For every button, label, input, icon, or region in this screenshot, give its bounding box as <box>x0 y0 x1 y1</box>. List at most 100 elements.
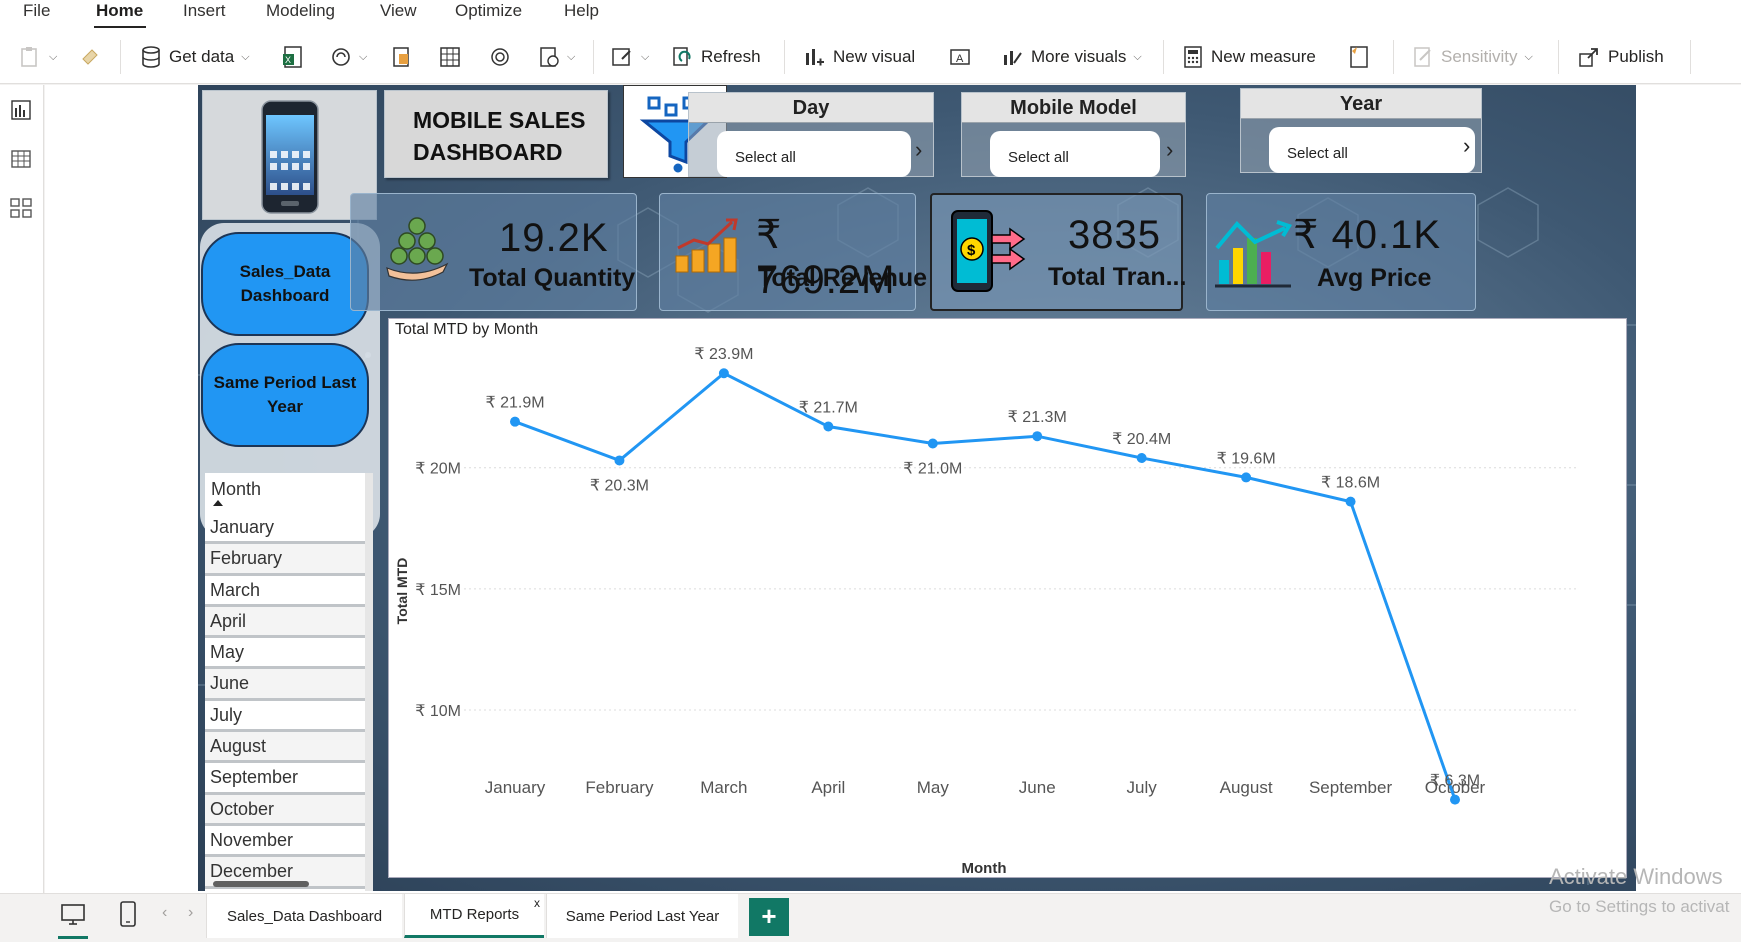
kpi-total-revenue-label: Total Revenue <box>758 264 928 292</box>
data-point <box>1345 496 1356 507</box>
month-item-february[interactable]: February <box>205 544 365 576</box>
report-view-icon[interactable] <box>10 99 32 121</box>
spiral-icon <box>491 48 509 66</box>
publish-button[interactable]: Publish <box>1577 42 1664 72</box>
month-item-october[interactable]: October <box>205 794 365 826</box>
month-item-july[interactable]: July <box>205 701 365 733</box>
enter-data-button[interactable] <box>438 42 462 72</box>
dataverse-button[interactable]: ⌵ <box>330 42 367 72</box>
publish-icon <box>1579 48 1598 67</box>
mobile-model-dropdown[interactable]: Select all <box>990 131 1160 177</box>
mobile-model-slicer: Mobile Model Select all › <box>961 92 1186 177</box>
svg-text:$: $ <box>967 242 976 259</box>
data-point <box>927 438 938 449</box>
x-tick-label: April <box>811 778 845 797</box>
chevron-right-icon[interactable]: › <box>1463 133 1470 159</box>
menu-home[interactable]: Home <box>96 0 143 22</box>
close-icon[interactable]: x <box>534 896 540 910</box>
y-tick-label: ₹ 15M <box>415 582 461 599</box>
tab-sales-data-dashboard[interactable]: Sales_Data Dashboard <box>206 894 402 938</box>
data-point <box>510 416 520 427</box>
x-tick-label: February <box>585 778 654 797</box>
chevron-down-icon: ⌵ <box>1133 50 1142 63</box>
database-icon <box>142 46 160 68</box>
menu-optimize[interactable]: Optimize <box>455 0 522 22</box>
dataverse-icon <box>332 48 350 66</box>
refresh-button[interactable]: Refresh <box>670 42 761 72</box>
chevron-down-icon: ⌵ <box>49 50 58 63</box>
text-box-button[interactable]: A <box>948 42 972 72</box>
dashboard-title-line2: DASHBOARD <box>413 139 563 165</box>
chevron-right-icon[interactable]: › <box>915 137 922 163</box>
menu-view[interactable]: View <box>380 0 417 22</box>
day-dropdown[interactable]: Select all <box>717 131 911 177</box>
quick-measure-button[interactable] <box>1348 42 1370 72</box>
transform-data-button[interactable]: ⌵ <box>610 42 649 72</box>
add-page-button[interactable]: + <box>749 898 789 936</box>
month-slicer-header[interactable]: Month <box>205 473 365 513</box>
month-item-september[interactable]: September <box>205 763 365 795</box>
format-painter-icon <box>82 49 98 65</box>
horizontal-scrollbar[interactable] <box>213 881 309 887</box>
data-point <box>1450 794 1460 805</box>
datamart-button[interactable] <box>488 42 512 72</box>
year-dropdown[interactable]: Select all <box>1269 127 1475 173</box>
dashboard-title-line1: MOBILE SALES <box>413 107 586 133</box>
data-label: ₹ 23.9M <box>694 346 753 363</box>
new-visual-button[interactable]: New visual <box>802 42 915 72</box>
month-item-november[interactable]: November <box>205 826 365 858</box>
desktop-layout-icon[interactable] <box>60 902 86 928</box>
table-view-icon[interactable] <box>10 148 32 170</box>
format-painter-button[interactable] <box>78 42 102 72</box>
recent-sources-icon <box>540 47 559 67</box>
more-visuals-button[interactable]: More visuals ⌵ <box>1000 42 1142 72</box>
data-point <box>1241 472 1252 483</box>
dashboard-title: MOBILE SALES DASHBOARD <box>384 90 608 178</box>
kpi-total-transactions: $ 3835 Total Tran... <box>930 193 1186 311</box>
kpi-avg-price-label: Avg Price <box>1317 264 1432 292</box>
total-mtd-line-chart[interactable]: ₹ 10M ₹ 15M ₹ 20M January February March Apri… <box>388 318 1627 878</box>
x-axis-title: Month <box>962 860 1007 877</box>
new-measure-label: New measure <box>1211 47 1316 66</box>
model-view-icon[interactable] <box>10 197 32 219</box>
get-data-button[interactable]: Get data ⌵ <box>140 42 250 72</box>
month-item-may[interactable]: May <box>205 638 365 670</box>
same-period-last-year-nav-button[interactable]: Same Period Last Year <box>201 343 369 447</box>
month-item-january[interactable]: January <box>205 513 365 545</box>
tab-same-period-last-year[interactable]: Same Period Last Year <box>546 894 738 938</box>
x-tick-label: August <box>1220 778 1273 797</box>
onelake-button[interactable] <box>390 42 412 72</box>
x-tick-label: March <box>700 778 747 797</box>
chevron-down-icon: ⌵ <box>567 50 576 63</box>
nav-label-line1: Same Period Last <box>213 373 357 392</box>
month-slicer: Month January February March April May J… <box>205 473 373 891</box>
sales-data-dashboard-nav-button[interactable]: Sales_Data Dashboard <box>201 232 369 336</box>
nav-label-line2: Year <box>267 397 303 416</box>
chevron-left-icon[interactable]: ‹ <box>162 904 167 922</box>
recent-sources-button[interactable]: ⌵ <box>538 42 575 72</box>
excel-button[interactable]: X <box>282 42 304 72</box>
chart-plus-icon <box>806 49 824 66</box>
month-item-march[interactable]: March <box>205 576 365 607</box>
series-line <box>514 371 1457 801</box>
nav-label-line2: Dashboard <box>240 286 330 305</box>
chevron-right-icon[interactable]: › <box>188 904 193 922</box>
x-tick-label: June <box>1019 778 1056 797</box>
month-item-august[interactable]: August <box>205 732 365 764</box>
kpi-total-quantity-value: 19.2K <box>499 216 609 260</box>
data-point <box>1032 431 1043 442</box>
menu-insert[interactable]: Insert <box>183 0 226 22</box>
publish-label: Publish <box>1608 47 1664 66</box>
month-item-june[interactable]: June <box>205 669 365 701</box>
sort-ascending-icon <box>213 500 223 506</box>
chevron-right-icon[interactable]: › <box>1166 137 1173 163</box>
menu-modeling[interactable]: Modeling <box>266 0 335 22</box>
menu-help[interactable]: Help <box>564 0 599 22</box>
sensitivity-button[interactable]: Sensitivity ⌵ <box>1412 42 1533 72</box>
menu-file[interactable]: File <box>23 0 50 22</box>
paste-button[interactable]: ⌵ <box>18 42 57 72</box>
mobile-layout-icon[interactable] <box>118 900 138 928</box>
month-item-april[interactable]: April <box>205 606 365 639</box>
new-measure-button[interactable]: New measure <box>1182 42 1316 72</box>
tab-mtd-reports[interactable]: MTD Reports x <box>404 894 544 938</box>
